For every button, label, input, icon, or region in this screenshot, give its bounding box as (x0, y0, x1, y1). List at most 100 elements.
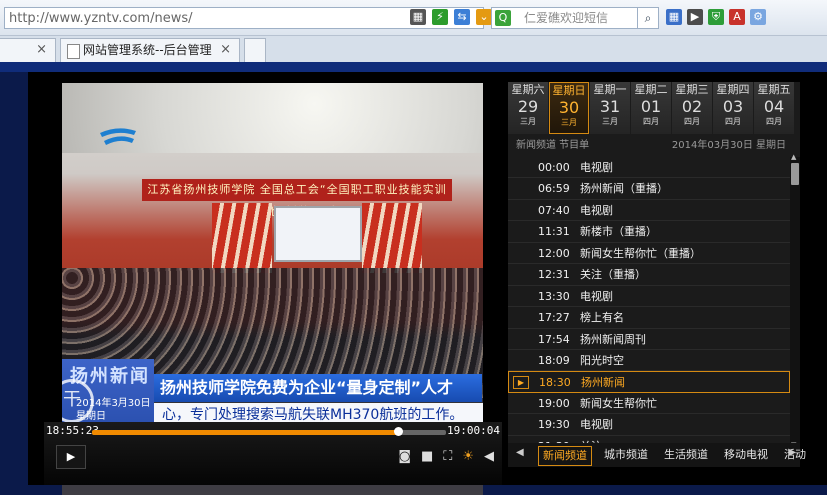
day-weekday: 星期一 (593, 83, 627, 96)
brightness-icon[interactable]: ☀ (462, 449, 474, 464)
flags-left (212, 203, 272, 273)
shield-icon[interactable]: ⛨ (708, 9, 724, 25)
program-row[interactable]: ▶ 18:30 扬州新闻 (508, 371, 790, 393)
video-record-icon[interactable]: ■ (421, 449, 433, 464)
program-title: 新闻女生帮你忙（重播） (580, 246, 701, 260)
channel-tab[interactable]: 生活频道 (660, 446, 712, 466)
day-tab[interactable]: 星期五 04 四月 (754, 82, 794, 134)
channel-logo (100, 128, 136, 145)
seek-fill (92, 430, 399, 435)
program-row[interactable]: 17:27 榜上有名 (508, 307, 790, 329)
day-month: 三月 (602, 117, 618, 126)
program-title: 电视剧 (580, 418, 613, 432)
search-box[interactable]: Q 仁爱礁欢迎短信 ⌕ (491, 7, 659, 29)
lightning-icon[interactable]: ⚡ (432, 9, 448, 25)
program-time: 19:00 (538, 396, 570, 410)
scroll-up-icon[interactable]: ▲ (791, 153, 796, 161)
channel-tabs: 新闻频道 城市频道 生活频道 移动电视 活动 (538, 446, 810, 466)
program-time: 17:27 (538, 311, 570, 325)
day-weekday: 星期二 (634, 83, 668, 96)
program-list: 00:00 电视剧 06:59 扬州新闻（重播） 07:40 电视剧 11:31 新楼市（重播… (508, 157, 790, 458)
guide-title: 新闻频道 节目单 (516, 140, 590, 151)
settings-icon[interactable]: ⚙ (750, 9, 766, 25)
control-icons: ◙ ■ ⛶ ☀ ◀ (398, 449, 494, 464)
fullscreen-icon[interactable]: ⛶ (443, 449, 452, 464)
program-row[interactable]: 06:59 扬州新闻（重播） (508, 178, 790, 200)
day-tab[interactable]: 星期六 29 三月 (508, 82, 548, 134)
camera-icon[interactable]: ◙ (398, 449, 411, 464)
program-title: 榜上有名 (580, 311, 624, 325)
pdf-icon[interactable]: A (729, 9, 745, 25)
guide-scrollbar[interactable]: ▲ ▼ (790, 153, 800, 449)
day-weekday: 星期五 (757, 83, 791, 96)
day-tab[interactable]: 星期日 30 三月 (549, 82, 589, 134)
day-tab[interactable]: 星期四 03 四月 (713, 82, 753, 134)
program-guide: 星期六 29 三月 星期日 30 三月 星期一 31 三月 星期二 01 四月 星期三 02 四月 星期四 03… (508, 82, 800, 462)
program-row[interactable]: 11:31 新楼市（重播） (508, 221, 790, 243)
tab-strip: × 网站管理系统--后台管理 × (0, 36, 827, 62)
compat-icon[interactable]: ⇆ (454, 9, 470, 25)
tab-admin[interactable]: 网站管理系统--后台管理 × (60, 38, 240, 62)
program-title: 阳光时空 (580, 353, 624, 367)
tv-player: 江苏省扬州技师学院 全国总工会“全国职工职业技能实训基地”授牌 仪式 扬州新闻 … (28, 72, 827, 495)
day-date: 04 (763, 97, 785, 116)
scroll-thumb[interactable] (791, 163, 799, 185)
seek-bar[interactable] (92, 427, 446, 436)
tab-close-icon[interactable]: × (220, 39, 231, 61)
channel-next-icon[interactable]: ▶ (788, 447, 796, 458)
search-engine-icon[interactable]: Q (495, 10, 511, 26)
day-month: 四月 (684, 117, 700, 126)
program-time: 17:54 (538, 332, 570, 346)
day-month: 四月 (766, 117, 782, 126)
program-row[interactable]: 12:00 新闻女生帮你忙（重播） (508, 243, 790, 265)
volume-icon[interactable]: ◀ (484, 449, 494, 464)
program-row[interactable]: 17:54 扬州新闻周刊 (508, 329, 790, 350)
new-tab-button[interactable] (244, 38, 266, 62)
program-time: 00:00 (538, 161, 570, 174)
channel-tab[interactable]: 新闻频道 (538, 446, 592, 466)
stage-screen (274, 206, 362, 262)
seek-handle[interactable] (394, 427, 404, 436)
program-title: 新闻女生帮你忙 (580, 396, 657, 410)
guide-header: 新闻频道 节目单 2014年03月30日 星期日 (508, 136, 800, 156)
program-row[interactable]: 19:30 电视剧 (508, 414, 790, 436)
apps-icon[interactable]: ▦ (666, 9, 682, 25)
channel-tab[interactable]: 移动电视 (720, 446, 772, 466)
program-row[interactable]: 00:00 电视剧 (508, 157, 790, 179)
program-time: 11:31 (538, 225, 570, 239)
program-row[interactable]: 07:40 电视剧 (508, 200, 790, 222)
page-header-stripe (0, 62, 827, 72)
program-row[interactable]: 12:31 关注（重播） (508, 264, 790, 286)
program-title: 电视剧 (580, 289, 613, 303)
program-title: 扬州新闻周刊 (580, 332, 646, 346)
day-date: 29 (517, 97, 539, 116)
program-title: 新楼市（重播） (580, 225, 657, 239)
day-tab[interactable]: 星期一 31 三月 (590, 82, 630, 134)
program-time: 18:30 (539, 376, 571, 390)
tab-close-icon[interactable]: × (36, 39, 47, 61)
program-time: 07:40 (538, 203, 570, 217)
program-time: 13:30 (538, 289, 570, 303)
play-icon[interactable]: ▶ (687, 9, 703, 25)
dropdown-icon[interactable]: ⌄ (476, 9, 492, 25)
tab-title: 网站管理系统--后台管理 (83, 43, 212, 57)
day-date: 03 (722, 97, 744, 116)
play-button[interactable]: ▶ (56, 445, 86, 469)
url-icons: ▦ ⚡ ⇆ ⌄ (410, 9, 492, 25)
hall-banner: 江苏省扬州技师学院 全国总工会“全国职工职业技能实训基地”授牌 仪式 (142, 179, 452, 218)
day-date: 02 (681, 97, 703, 116)
channel-prev-icon[interactable]: ◀ (516, 447, 524, 458)
program-row[interactable]: 19:00 新闻女生帮你忙 (508, 393, 790, 415)
channel-tab[interactable]: 城市频道 (600, 446, 652, 466)
qr-icon[interactable]: ▦ (410, 9, 426, 25)
program-row[interactable]: 18:09 阳光时空 (508, 350, 790, 372)
day-tab[interactable]: 星期三 02 四月 (672, 82, 712, 134)
search-icon[interactable]: ⌕ (637, 8, 658, 28)
search-input[interactable]: 仁爱礁欢迎短信 (524, 8, 608, 28)
tab-previous[interactable]: × (0, 38, 56, 62)
now-playing-icon: ▶ (513, 376, 529, 390)
program-title: 扬州新闻（重播） (580, 182, 668, 196)
toolbar-icons: ▦ ▶ ⛨ A ⚙ (666, 9, 766, 25)
program-row[interactable]: 13:30 电视剧 (508, 286, 790, 308)
day-tab[interactable]: 星期二 01 四月 (631, 82, 671, 134)
